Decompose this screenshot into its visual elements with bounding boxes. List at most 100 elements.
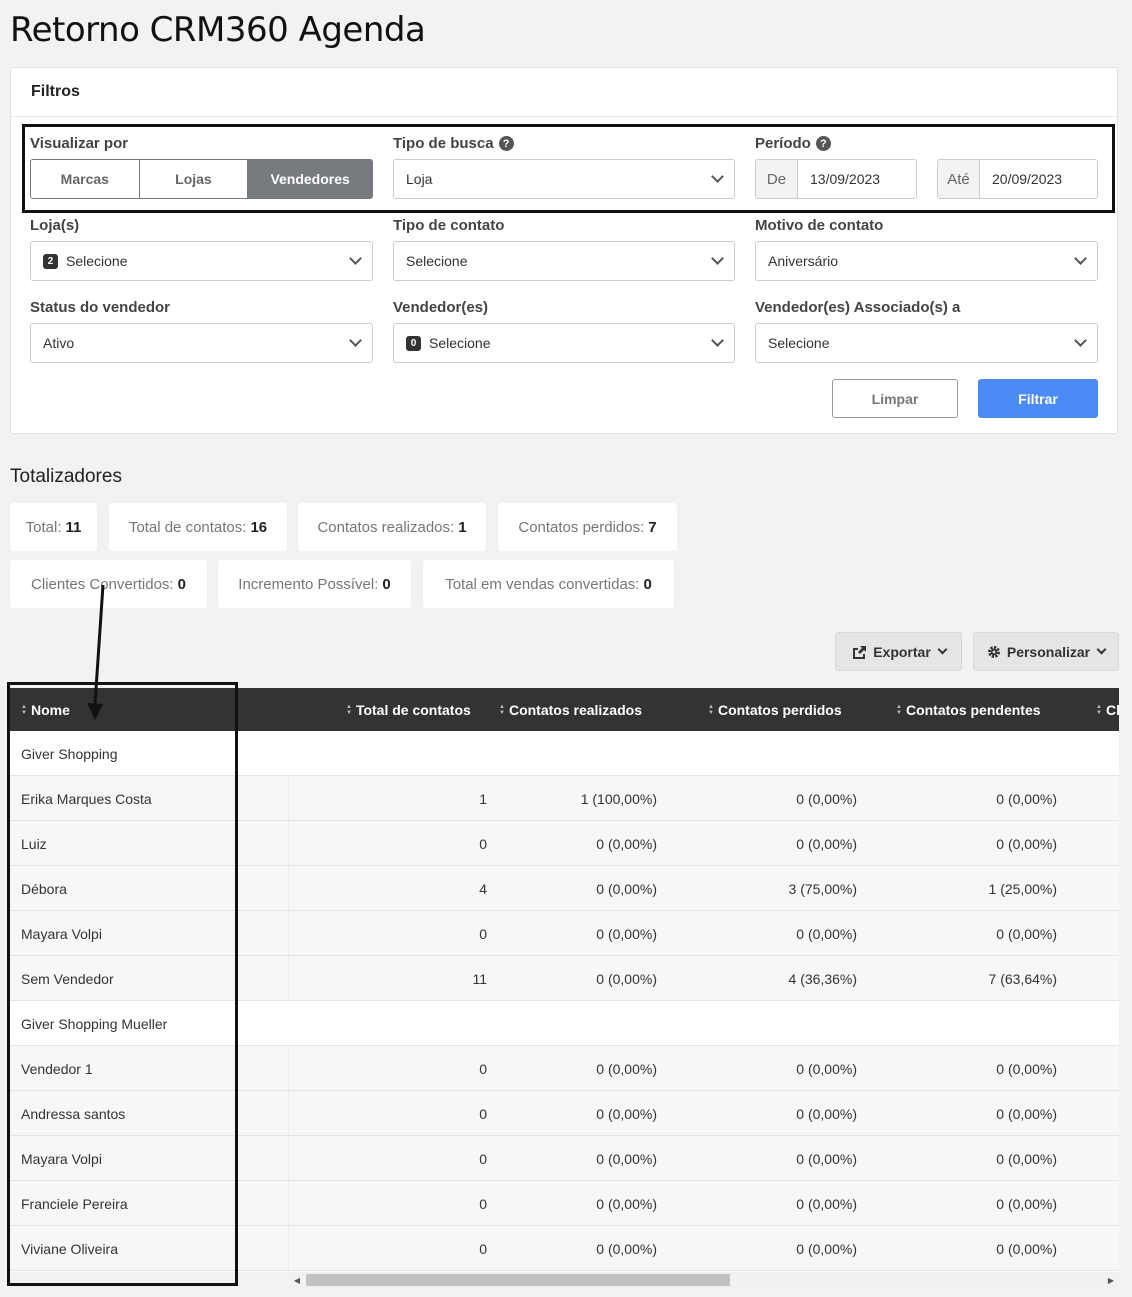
view-by-vendedores-button[interactable]: Vendedores <box>248 160 372 198</box>
export-icon <box>853 645 867 659</box>
filter-button[interactable]: Filtrar <box>978 379 1098 418</box>
stores-select[interactable]: 2 Selecione <box>30 241 373 281</box>
chevron-down-icon <box>1074 252 1087 265</box>
sort-icon: ▲ ▼ <box>1096 703 1102 716</box>
cell-total: 0 <box>479 1105 487 1122</box>
table-row: Erika Marques Costa 1 1 (100,00%) 0 (0,00%)… <box>10 776 1119 821</box>
contact-reason-label: Motivo de contato <box>755 217 884 234</box>
cell-done: 0 (0,00%) <box>596 1105 657 1122</box>
sellers-select[interactable]: 0 Selecione <box>393 323 735 363</box>
seller-status-label: Status do vendedor <box>30 299 171 316</box>
view-by-label: Visualizar por <box>30 135 129 152</box>
column-separator <box>288 776 289 820</box>
cell-pending: 0 (0,00%) <box>996 1060 1057 1077</box>
column-separator <box>288 956 289 1000</box>
associated-sellers-label: Vendedor(es) Associado(s) a <box>755 299 961 316</box>
clear-button[interactable]: Limpar <box>832 379 958 418</box>
customize-button[interactable]: Personalizar <box>973 632 1119 671</box>
cell-lost: 3 (75,00%) <box>788 880 857 897</box>
column-header-contacts-pending[interactable]: ▲ ▼ Contatos pendentes <box>896 688 1041 731</box>
chevron-down-icon <box>711 252 724 265</box>
sort-icon: ▲ ▼ <box>21 703 27 716</box>
cell-pending: 0 (0,00%) <box>996 835 1057 852</box>
cell-name: Franciele Pereira <box>21 1195 128 1212</box>
sort-icon: ▲ ▼ <box>499 703 505 716</box>
cell-done: 1 (100,00%) <box>580 790 657 807</box>
cell-lost: 0 (0,00%) <box>796 1060 857 1077</box>
column-header-next[interactable]: ▲ ▼ Cl <box>1096 688 1119 731</box>
cell-pending: 0 (0,00%) <box>996 790 1057 807</box>
view-by-segmented-control: Marcas Lojas Vendedores <box>30 159 373 199</box>
table-row: Débora 4 0 (0,00%) 3 (75,00%) 1 (25,00%) <box>10 866 1119 911</box>
contact-reason-select[interactable]: Aniversário <box>755 241 1098 281</box>
cell-total: 4 <box>479 880 487 897</box>
chevron-down-icon <box>937 644 948 655</box>
column-header-total-contacts[interactable]: ▲ ▼ Total de contatos <box>346 688 471 731</box>
cell-lost: 0 (0,00%) <box>796 1195 857 1212</box>
stores-label: Loja(s) <box>30 217 80 234</box>
scroll-left-icon[interactable]: ◀ <box>289 1272 305 1289</box>
column-header-name[interactable]: ▲ ▼ Nome <box>21 688 70 731</box>
cell-lost: 0 (0,00%) <box>796 835 857 852</box>
cell-done: 0 (0,00%) <box>596 880 657 897</box>
table-group-row: Giver Shopping <box>10 731 1119 776</box>
cell-total: 11 <box>472 970 487 987</box>
scrollbar-thumb[interactable] <box>306 1274 730 1286</box>
search-type-select[interactable]: Loja <box>393 159 735 199</box>
cell-done: 0 (0,00%) <box>596 1240 657 1257</box>
period-from-input[interactable]: 13/09/2023 <box>798 160 916 198</box>
seller-status-select[interactable]: Ativo <box>30 323 373 363</box>
column-header-contacts-done[interactable]: ▲ ▼ Contatos realizados <box>499 688 642 731</box>
help-icon[interactable]: ? <box>498 136 514 151</box>
chevron-down-icon <box>349 252 362 265</box>
cell-total: 0 <box>479 1150 487 1167</box>
cell-done: 0 (0,00%) <box>596 1060 657 1077</box>
cell-done: 0 (0,00%) <box>596 925 657 942</box>
filters-title: Filtros <box>11 68 1117 117</box>
period-label: Período ? <box>755 135 831 152</box>
cell-pending: 0 (0,00%) <box>996 1240 1057 1257</box>
horizontal-scrollbar[interactable]: ◀ ▶ <box>289 1272 1119 1289</box>
associated-sellers-select[interactable]: Selecione <box>755 323 1098 363</box>
view-by-lojas-button[interactable]: Lojas <box>139 160 249 198</box>
cell-done: 0 (0,00%) <box>596 970 657 987</box>
cell-name: Mayara Volpi <box>21 1150 102 1167</box>
help-icon[interactable]: ? <box>815 136 831 151</box>
column-separator <box>288 1046 289 1090</box>
cell-pending: 0 (0,00%) <box>996 925 1057 942</box>
table-row: Vendedor 1 0 0 (0,00%) 0 (0,00%) 0 (0,00%) <box>10 1046 1119 1091</box>
cell-pending: 0 (0,00%) <box>996 1195 1057 1212</box>
chevron-down-icon <box>711 334 724 347</box>
contact-type-select[interactable]: Selecione <box>393 241 735 281</box>
column-separator <box>288 1091 289 1135</box>
contacts-done-chip: Contatos realizados: 1 <box>298 503 486 551</box>
contact-type-label: Tipo de contato <box>393 217 505 234</box>
search-type-label: Tipo de busca ? <box>393 135 514 152</box>
period-to-addon: Até <box>938 160 980 198</box>
cell-name: Mayara Volpi <box>21 925 102 942</box>
scroll-right-icon[interactable]: ▶ <box>1103 1272 1119 1289</box>
chevron-down-icon <box>711 170 724 183</box>
cell-lost: 0 (0,00%) <box>796 1105 857 1122</box>
column-separator <box>288 866 289 910</box>
sort-icon: ▲ ▼ <box>708 703 714 716</box>
cell-name: Erika Marques Costa <box>21 790 152 807</box>
column-separator <box>288 821 289 865</box>
table-row: Mayara Volpi 0 0 (0,00%) 0 (0,00%) 0 (0,00%) <box>10 1136 1119 1181</box>
cell-lost: 0 (0,00%) <box>796 1240 857 1257</box>
column-header-contacts-lost[interactable]: ▲ ▼ Contatos perdidos <box>708 688 842 731</box>
results-table: ▲ ▼ Nome ▲ ▼ Total de contatos ▲ ▼ Contatos re… <box>10 688 1119 1272</box>
period-to-field: Até 20/09/2023 <box>937 159 1098 199</box>
sellers-count-badge: 0 <box>406 335 421 351</box>
cell-done: 0 (0,00%) <box>596 1195 657 1212</box>
export-button[interactable]: Exportar <box>835 632 962 671</box>
column-separator <box>288 1136 289 1180</box>
table-row: Sem Vendedor 11 0 (0,00%) 4 (36,36%) 7 (63,6… <box>10 956 1119 1001</box>
period-to-input[interactable]: 20/09/2023 <box>980 160 1097 198</box>
cell-name: Giver Shopping Mueller <box>21 1015 168 1032</box>
stores-count-badge: 2 <box>43 253 58 269</box>
possible-increment-chip: Incremento Possível: 0 <box>218 560 411 608</box>
table-row: Mayara Volpi 0 0 (0,00%) 0 (0,00%) 0 (0,00%) <box>10 911 1119 956</box>
view-by-marcas-button[interactable]: Marcas <box>31 160 140 198</box>
table-row: Viviane Oliveira 0 0 (0,00%) 0 (0,00%) 0 (0,… <box>10 1226 1119 1271</box>
